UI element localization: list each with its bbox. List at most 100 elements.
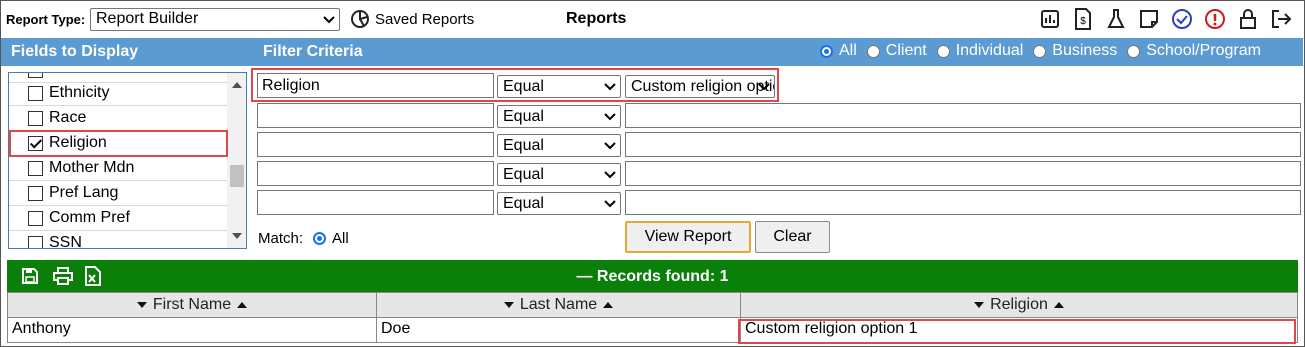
- checkbox-icon[interactable]: [28, 160, 43, 176]
- field-label: Ethnicity: [49, 84, 110, 101]
- section-header: Fields to Display Filter Criteria All Cl…: [1, 38, 1303, 66]
- records-found-label: — Records found: 1: [576, 268, 729, 285]
- radio-icon: [936, 44, 950, 58]
- flask-icon[interactable]: [1099, 7, 1132, 31]
- page-title: Reports: [566, 10, 627, 27]
- scroll-up-icon[interactable]: [232, 82, 242, 88]
- chevron-down-icon: [604, 171, 616, 179]
- fields-list[interactable]: Ethnicity Race Religion Mother Mdn Pref …: [8, 72, 247, 249]
- field-item-pref-lang[interactable]: Pref Lang: [9, 181, 227, 206]
- chart-icon[interactable]: [1033, 7, 1066, 31]
- scope-label: All: [839, 42, 857, 59]
- report-type-select[interactable]: Report Builder: [90, 8, 340, 31]
- filter-criteria-heading: Filter Criteria: [263, 43, 363, 60]
- checkbox-icon[interactable]: [28, 85, 43, 101]
- clear-button[interactable]: Clear: [755, 221, 830, 253]
- scope-radio-client[interactable]: Client: [866, 42, 927, 60]
- chevron-down-icon: [604, 200, 616, 208]
- cell-first-name: Anthony: [7, 318, 377, 343]
- field-label: Race: [49, 109, 87, 126]
- match-label: Match:: [258, 230, 304, 247]
- match-option-label: All: [332, 230, 349, 247]
- scope-radio-business[interactable]: Business: [1033, 42, 1117, 60]
- scope-radio-group: All Client Individual Business School/Pr…: [820, 42, 1271, 60]
- view-report-button[interactable]: View Report: [625, 221, 751, 253]
- fields-to-display-heading: Fields to Display: [11, 43, 139, 60]
- filter-field-input-5[interactable]: [257, 190, 494, 215]
- field-label: SSN: [49, 234, 82, 249]
- invoice-icon[interactable]: $: [1066, 7, 1099, 31]
- svg-text:$: $: [1080, 16, 1086, 27]
- radio-icon: [866, 44, 880, 58]
- column-label: First Name: [152, 296, 232, 313]
- note-icon[interactable]: [1132, 7, 1165, 31]
- field-item-ethnicity[interactable]: Ethnicity: [9, 81, 227, 106]
- checkbox-icon[interactable]: [28, 185, 43, 201]
- top-toolbar: Report Type: Report Builder Saved Report…: [1, 1, 1303, 37]
- scope-label: School/Program: [1146, 42, 1261, 59]
- radio-icon: [1033, 44, 1047, 58]
- filter-value-input-2[interactable]: [625, 103, 1301, 128]
- saved-reports-label: Saved Reports: [375, 10, 475, 28]
- checkbox-icon[interactable]: [28, 110, 43, 126]
- check-circle-icon[interactable]: [1165, 7, 1198, 31]
- scope-radio-school-program[interactable]: School/Program: [1127, 42, 1261, 60]
- column-header-religion[interactable]: Religion: [740, 292, 1298, 318]
- operator-value: Equal: [503, 166, 544, 183]
- field-item-ssn[interactable]: SSN: [9, 231, 227, 249]
- column-label: Last Name: [519, 296, 598, 313]
- sort-asc-icon[interactable]: [237, 302, 248, 308]
- filter-operator-select-2[interactable]: Equal: [497, 105, 621, 128]
- operator-value: Equal: [503, 137, 544, 154]
- field-item-comm-pref[interactable]: Comm Pref: [9, 206, 227, 231]
- highlight-religion-field: [9, 130, 228, 157]
- match-group: Match: All: [258, 230, 349, 247]
- column-header-first-name[interactable]: First Name: [7, 292, 377, 318]
- logout-icon[interactable]: [1264, 7, 1297, 31]
- operator-value: Equal: [503, 195, 544, 212]
- field-item-race[interactable]: Race: [9, 106, 227, 131]
- pie-chart-icon: [351, 10, 369, 28]
- toolbar-icons: $: [1033, 7, 1297, 31]
- scroll-thumb[interactable]: [230, 165, 244, 187]
- field-item-mother-mdn[interactable]: Mother Mdn: [9, 156, 227, 181]
- sort-asc-icon[interactable]: [1053, 302, 1064, 308]
- highlight-religion-cell: [738, 319, 1296, 344]
- filter-value-input-3[interactable]: [625, 132, 1301, 157]
- sort-desc-icon[interactable]: [503, 302, 514, 308]
- info-icon[interactable]: [1198, 7, 1231, 31]
- checkbox-icon[interactable]: [28, 73, 43, 78]
- cell-last-name: Doe: [376, 318, 741, 343]
- checkbox-icon[interactable]: [28, 210, 43, 226]
- scope-radio-all[interactable]: All: [820, 42, 857, 60]
- filter-field-input-2[interactable]: [257, 103, 494, 128]
- scope-label: Client: [885, 42, 927, 59]
- saved-reports-link[interactable]: Saved Reports: [349, 7, 474, 31]
- filter-value-input-5[interactable]: [625, 190, 1301, 215]
- checkbox-icon[interactable]: [28, 235, 43, 248]
- filter-field-input-4[interactable]: [257, 161, 494, 186]
- scope-label: Individual: [955, 42, 1024, 59]
- fields-scrollbar[interactable]: [227, 73, 246, 248]
- scope-radio-individual[interactable]: Individual: [936, 42, 1024, 60]
- filter-field-input-3[interactable]: [257, 132, 494, 157]
- field-label: Pref Lang: [49, 184, 119, 201]
- lock-icon[interactable]: [1231, 7, 1264, 31]
- filter-value-input-4[interactable]: [625, 161, 1301, 186]
- sort-asc-icon[interactable]: [603, 302, 614, 308]
- field-label: Mother Mdn: [49, 159, 135, 176]
- scroll-down-icon[interactable]: [232, 233, 242, 239]
- radio-icon: [1127, 44, 1141, 58]
- radio-selected-icon: [820, 44, 833, 58]
- filter-operator-select-4[interactable]: Equal: [497, 163, 621, 186]
- column-label: Religion: [990, 296, 1048, 313]
- results-header: — Records found: 1: [7, 260, 1298, 292]
- filter-operator-select-5[interactable]: Equal: [497, 192, 621, 215]
- chevron-down-icon: [604, 113, 616, 121]
- sort-desc-icon[interactable]: [974, 302, 985, 308]
- column-header-last-name[interactable]: Last Name: [376, 292, 741, 318]
- filter-operator-select-3[interactable]: Equal: [497, 134, 621, 157]
- sort-desc-icon[interactable]: [136, 302, 147, 308]
- match-radio-all[interactable]: [313, 232, 327, 245]
- operator-value: Equal: [503, 108, 544, 125]
